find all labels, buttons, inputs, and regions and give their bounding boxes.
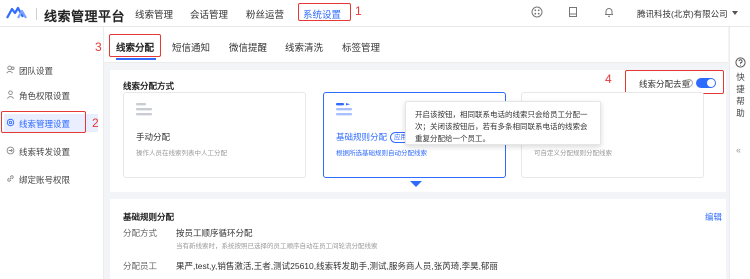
dedupe-label: 线索分配去重 (639, 79, 691, 89)
edit-link[interactable]: 编辑 (705, 211, 722, 223)
annotation-number-4: 4 (605, 72, 612, 86)
assignment-card-manual[interactable]: 手动分配 操作人员在线索列表中人工分配 (123, 92, 306, 178)
sidebar-item-bind-account-permissions[interactable]: 绑定账号权限 (4, 170, 98, 188)
method-description: 当有新线索时，系统按照已选择的员工顺序自动在员工间轮流分配线索 (176, 243, 378, 250)
toggle-knob (707, 79, 715, 87)
tab-wechat-reminder[interactable]: 微信提醒 (229, 40, 267, 54)
basic-rule-title: 基础规则分配 (123, 212, 175, 222)
quick-help-label: 快捷帮助 (736, 72, 745, 118)
link-icon (7, 175, 14, 182)
sidebar: 团队设置 角色权限设置 线索管理设置 线索转发设置 绑定账号权限 (0, 27, 104, 279)
card-title: 手动分配 (136, 132, 171, 142)
selected-card-pointer (410, 181, 422, 187)
tab-bar: 线索分配 短信通知 微信提醒 线索清洗 标签管理 (104, 27, 728, 63)
top-bar: 线索管理平台 线索管理 会话管理 粉丝运营 系统设置 1 腾讯科技(北京)有限公… (0, 0, 750, 27)
annotation-number-3: 3 (95, 40, 102, 54)
team-icon (6, 65, 15, 74)
annotation-number-1: 1 (355, 4, 362, 18)
nav-fan-operations[interactable]: 粉丝运营 (246, 7, 284, 21)
help-circle-icon (735, 57, 746, 68)
list-icon (136, 103, 152, 116)
sidebar-item-team-settings[interactable]: 团队设置 (4, 61, 98, 79)
quick-help-rail[interactable]: 快捷帮助 « (729, 27, 750, 279)
annotation-number-2: 2 (92, 116, 99, 130)
sidebar-item-label: 线索转发设置 (19, 147, 71, 157)
dedupe-toggle[interactable] (696, 78, 716, 88)
tab-tag-management[interactable]: 标签管理 (342, 40, 380, 54)
sidebar-item-label: 团队设置 (19, 66, 54, 76)
sidebar-item-label: 角色权限设置 (19, 91, 71, 101)
bell-icon[interactable] (603, 6, 615, 18)
active-tab-indicator (116, 58, 156, 60)
card-title-text: 基础规则分配 (336, 132, 388, 142)
method-value: 按员工顺序循环分配 (176, 228, 253, 238)
card-description: 根据所选基础规则自动分配线索 (336, 150, 427, 157)
forward-icon (6, 146, 15, 155)
card-title: 基础规则分配 应用 (336, 131, 412, 144)
company-name[interactable]: 腾讯科技(北京)有限公司 (637, 8, 728, 20)
annotation-box-3 (109, 34, 161, 57)
grid-app-icon[interactable] (531, 6, 543, 18)
card-description: 操作人员在线索列表中人工分配 (136, 150, 227, 157)
nav-conversation-management[interactable]: 会话管理 (190, 7, 228, 21)
basic-rule-panel: 基础规则分配 编辑 分配方式 按员工顺序循环分配 当有新线索时，系统按照已选择的… (110, 199, 726, 279)
rule-list-icon (336, 103, 352, 116)
logo-divider (36, 8, 37, 20)
staff-label: 分配员工 (123, 261, 158, 271)
role-icon (6, 90, 15, 99)
app-title: 线索管理平台 (44, 9, 126, 24)
staff-list: 果严,test,y,销售激活,王者,测试25610,线索转发助手,测试,服务商人… (176, 261, 498, 271)
dedupe-tooltip: 开启该按钮，相同联系电话的线索只会给员工分配一次；关闭该按钮后，若有多条相同联系… (405, 101, 601, 145)
logo-icon (6, 6, 27, 19)
annotation-box-2 (1, 111, 86, 133)
tab-clue-cleaning[interactable]: 线索清洗 (285, 40, 323, 54)
section-title: 线索分配方式 (123, 81, 175, 91)
sidebar-item-clue-forwarding[interactable]: 线索转发设置 (4, 142, 98, 160)
help-icon[interactable]: ? (685, 79, 693, 87)
annotation-box-1 (298, 3, 351, 21)
dedupe-setting: 线索分配去重 ? (625, 75, 719, 92)
sidebar-item-role-permissions[interactable]: 角色权限设置 (4, 86, 98, 104)
chevron-down-icon[interactable] (732, 11, 738, 15)
tab-sms-notification[interactable]: 短信通知 (172, 40, 210, 54)
document-icon[interactable] (567, 6, 579, 18)
sidebar-item-label: 绑定账号权限 (19, 175, 71, 185)
card-description: 可自定义分配规则分配线索 (534, 150, 612, 157)
collapse-icon[interactable]: « (736, 145, 741, 155)
method-label: 分配方式 (123, 228, 158, 238)
nav-clue-management[interactable]: 线索管理 (135, 7, 173, 21)
